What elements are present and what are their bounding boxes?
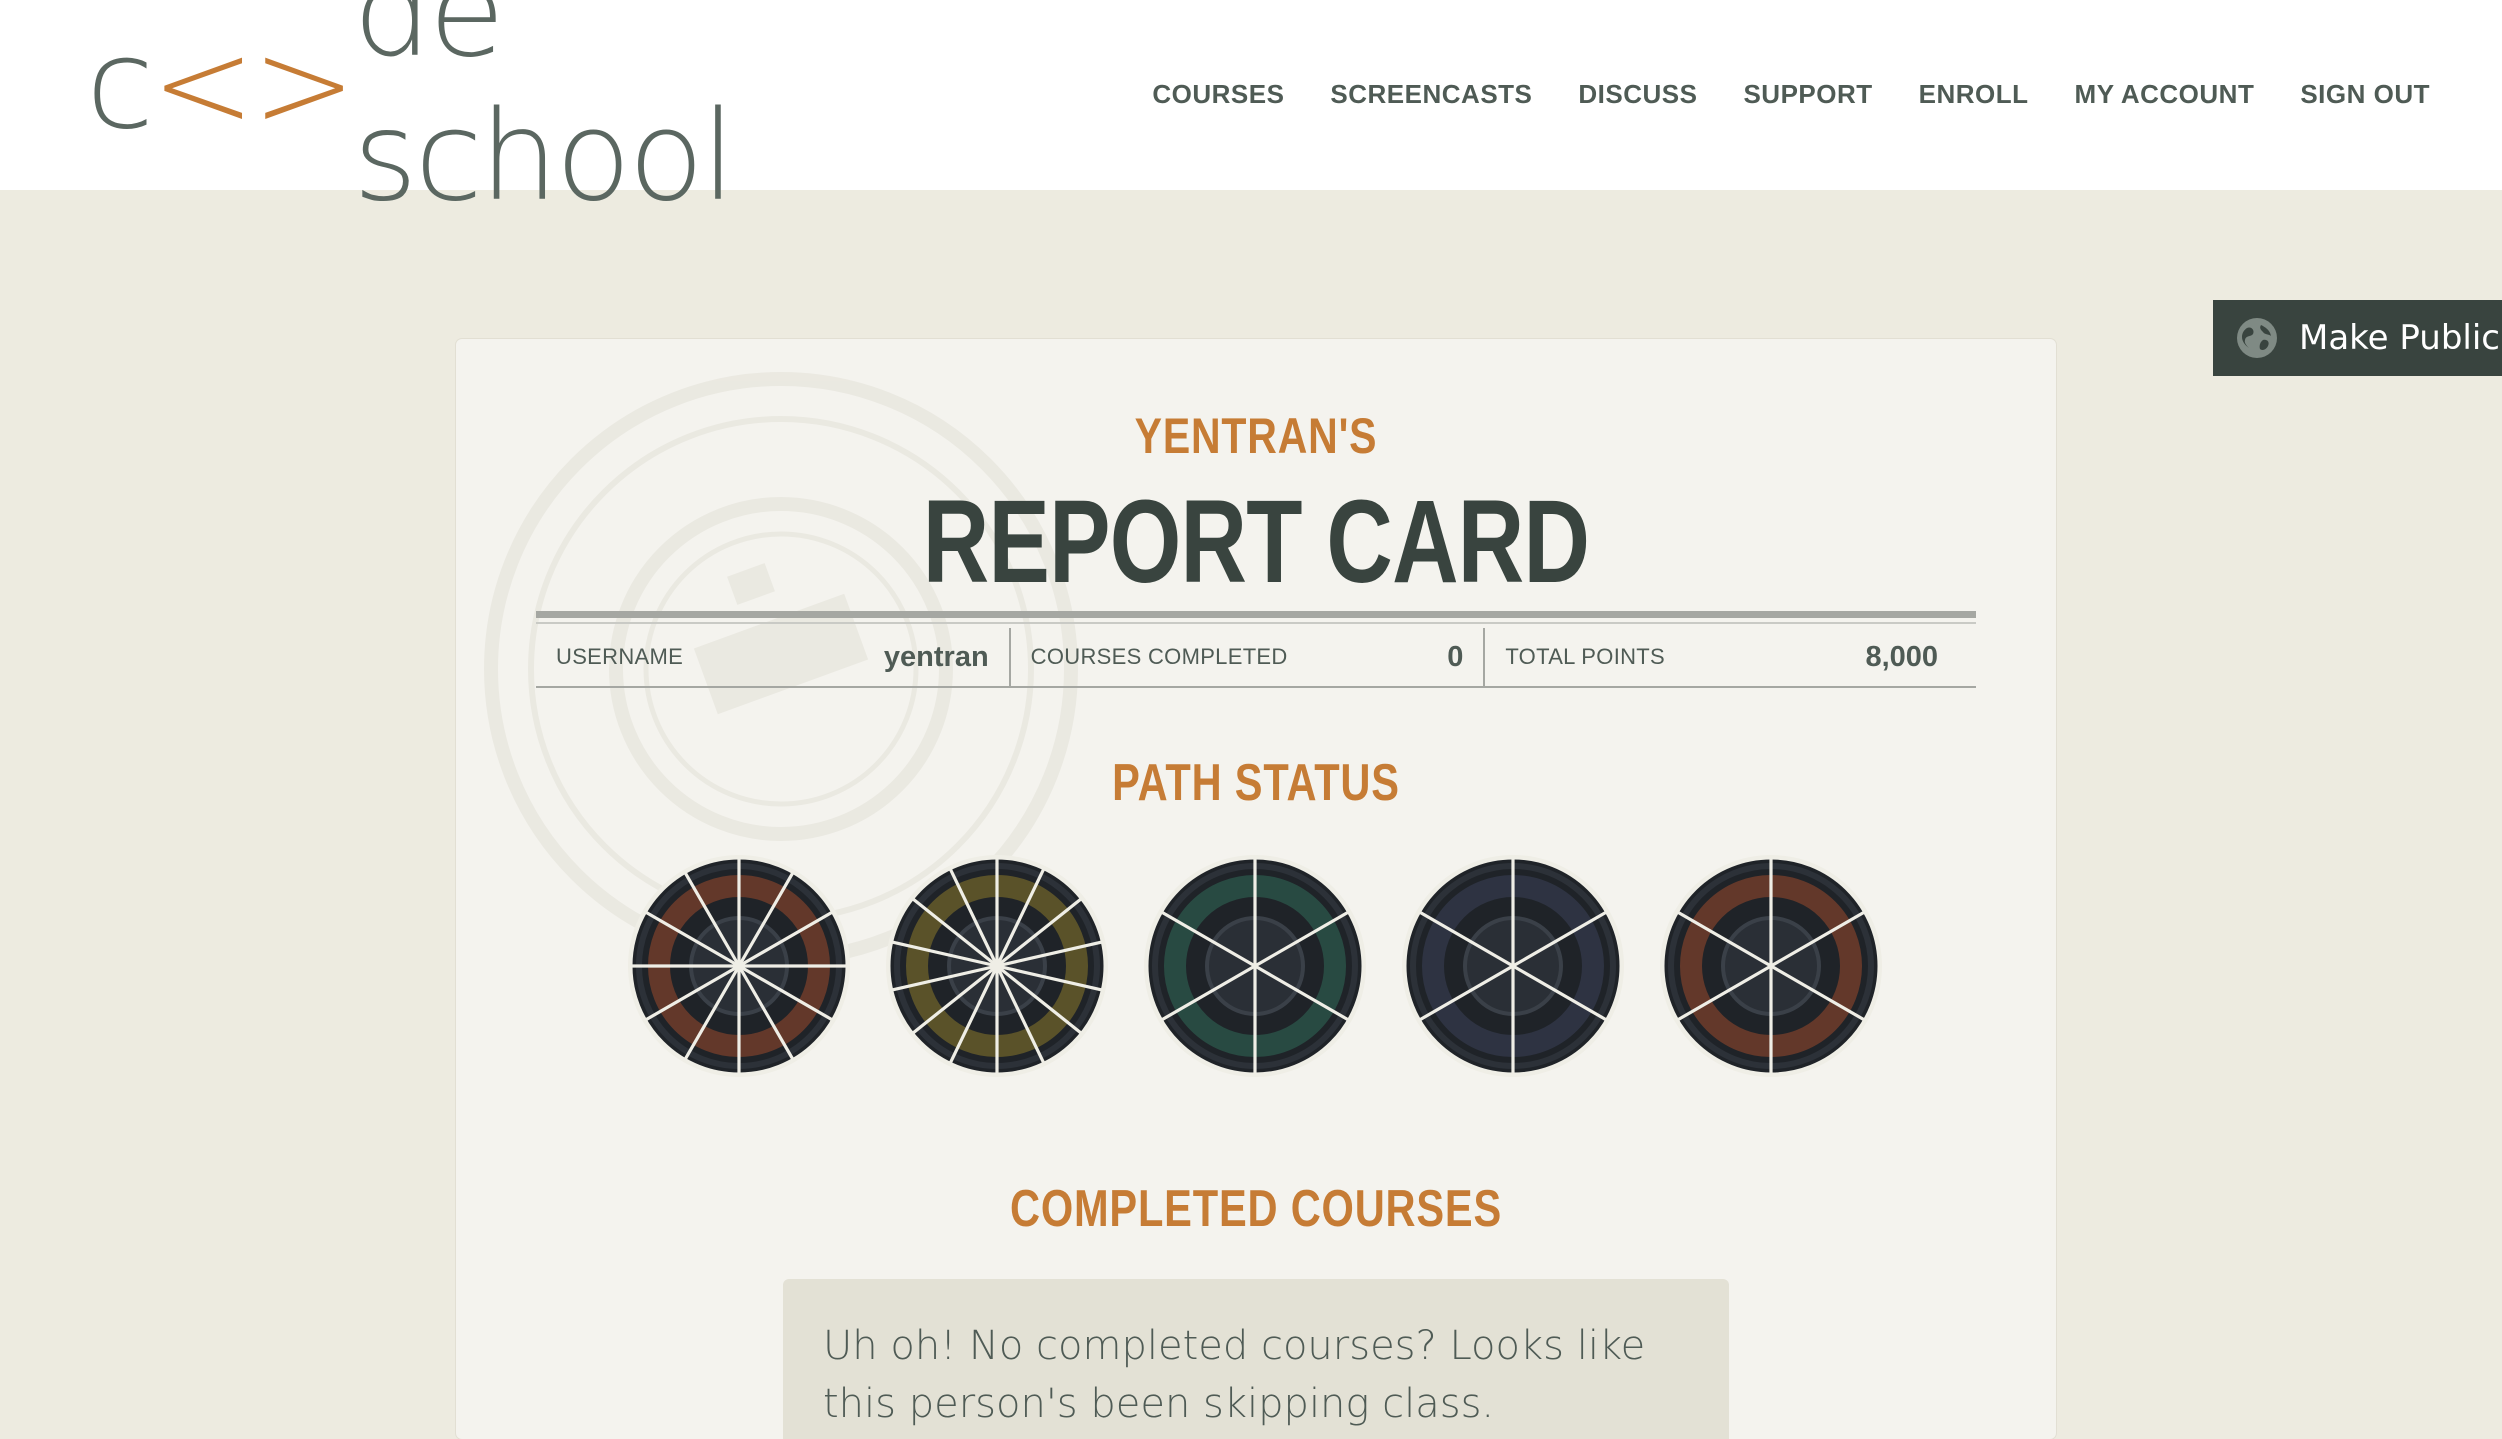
- javascript-path-badge[interactable]: [884, 853, 1110, 1079]
- make-public-label: Make Public: [2299, 318, 2500, 358]
- nav-sign-out[interactable]: SIGN OUT: [2254, 74, 2430, 114]
- total-points-value: 8,000: [1865, 640, 1939, 673]
- logo-chevrons: <>: [151, 13, 356, 157]
- globe-icon: [2237, 318, 2277, 358]
- path-status-title: PATH STATUS: [1112, 754, 1400, 812]
- nav-discuss[interactable]: DISCUSS: [1532, 74, 1697, 114]
- ios-path-badge[interactable]: [1400, 853, 1626, 1079]
- nav-courses[interactable]: COURSES: [1106, 74, 1284, 114]
- empty-courses-notice: Uh oh! No completed courses? Looks like …: [783, 1279, 1729, 1439]
- courses-completed-value: 0: [1447, 640, 1464, 673]
- logo-text-rest: de school: [353, 0, 736, 229]
- nav-screencasts[interactable]: SCREENCASTS: [1284, 74, 1532, 114]
- username-label: USERNAME: [556, 644, 684, 669]
- completed-courses-title: COMPLETED COURSES: [1009, 1180, 1503, 1238]
- make-public-button[interactable]: Make Public: [2213, 300, 2502, 376]
- total-points-label: TOTAL POINTS: [1505, 644, 1666, 669]
- logo-text-c: c: [86, 13, 154, 157]
- stat-courses-completed: COURSES COMPLETED 0: [1011, 628, 1486, 686]
- nav-support[interactable]: SUPPORT: [1697, 74, 1872, 114]
- stats-divider-line: [536, 622, 1976, 624]
- nav-my-account[interactable]: MY ACCOUNT: [2029, 74, 2255, 114]
- ruby-path-badge[interactable]: [626, 853, 852, 1079]
- report-card-owner: YENTRAN'S: [1134, 408, 1378, 464]
- courses-completed-label: COURSES COMPLETED: [1030, 644, 1288, 669]
- main-nav: COURSES SCREENCASTS DISCUSS SUPPORT ENRO…: [1106, 74, 2430, 114]
- report-card: YENTRAN'S REPORT CARD USERNAME yentran C…: [456, 339, 2056, 1439]
- report-card-title: REPORT CARD: [922, 476, 1590, 608]
- username-value: yentran: [883, 640, 989, 673]
- electives-path-badge[interactable]: [1658, 853, 1884, 1079]
- top-navigation-bar: c <> de school COURSES SCREENCASTS DISCUSS…: [0, 0, 2502, 229]
- logo-chevron-left: <: [151, 13, 255, 157]
- code-school-logo[interactable]: c <> de school: [86, 0, 736, 229]
- stat-total-points: TOTAL POINTS 8,000: [1485, 628, 1976, 686]
- empty-courses-message: Uh oh! No completed courses? Looks like …: [823, 1323, 1646, 1427]
- stats-bar: USERNAME yentran COURSES COMPLETED 0 TOT…: [536, 611, 1976, 688]
- nav-enroll[interactable]: ENROLL: [1873, 74, 2029, 114]
- path-badges: [626, 853, 1896, 1083]
- stat-username: USERNAME yentran: [536, 628, 1011, 686]
- logo-chevron-right: >: [252, 13, 356, 157]
- html-css-path-badge[interactable]: [1142, 853, 1368, 1079]
